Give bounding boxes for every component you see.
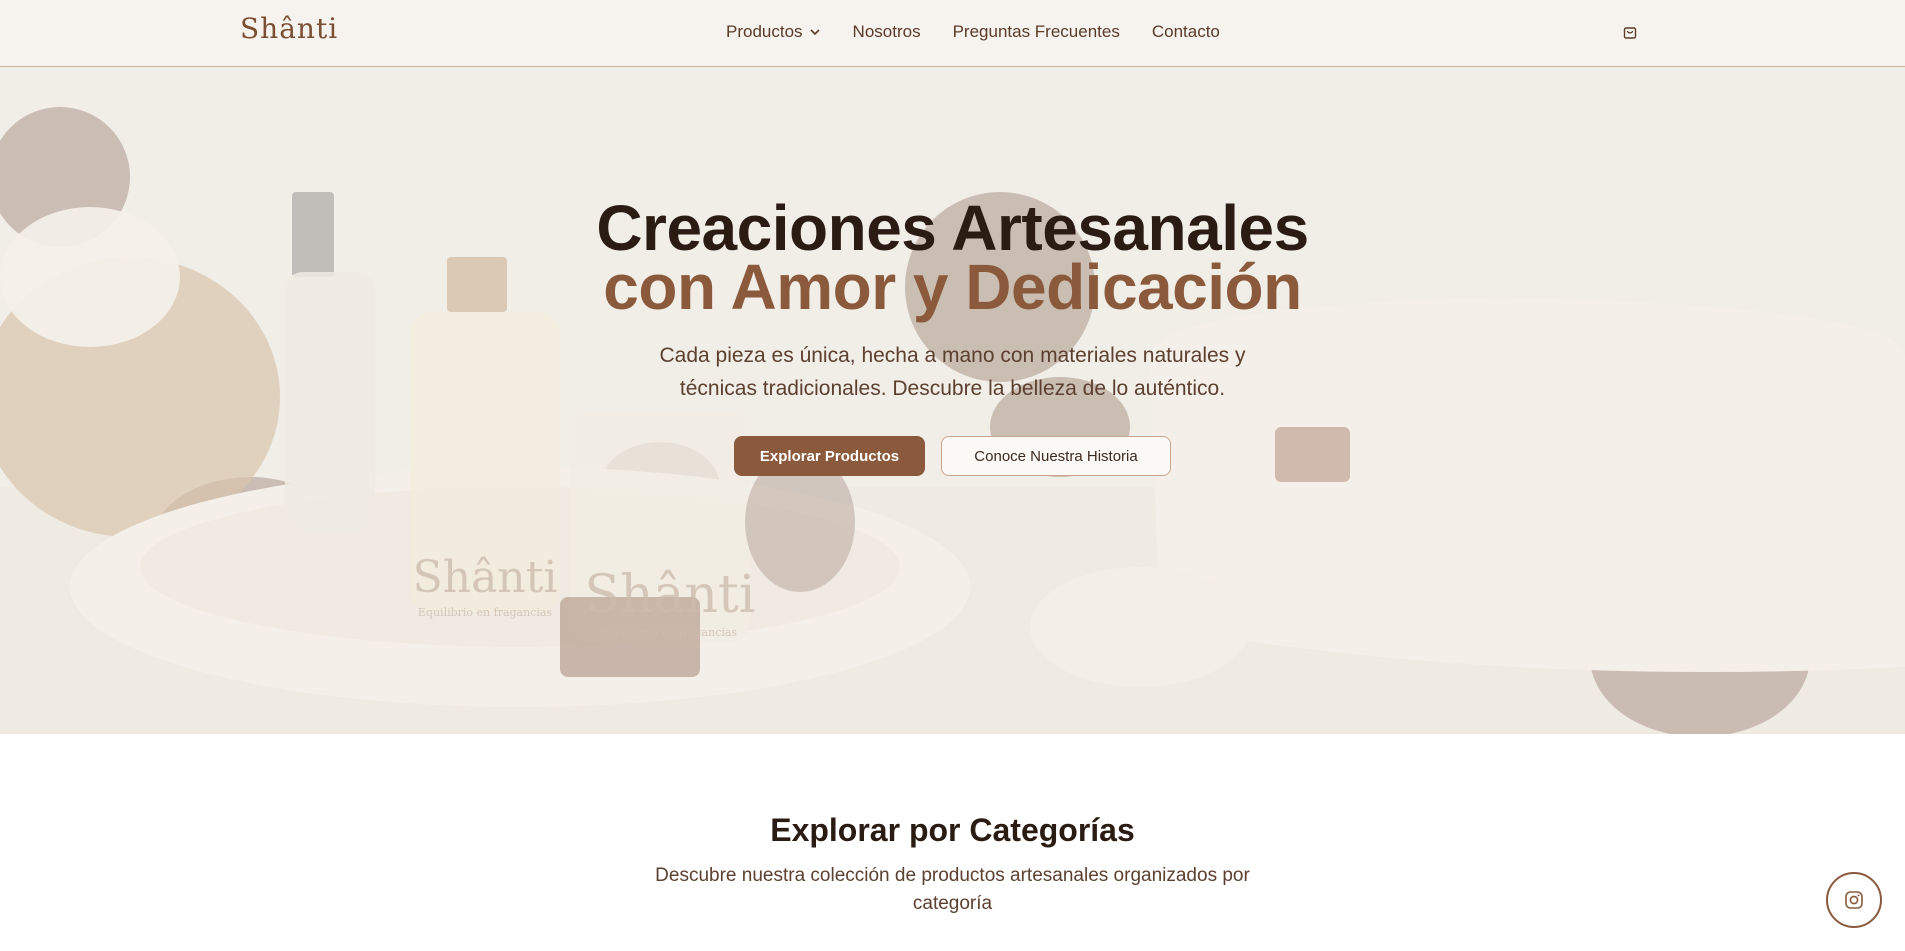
hero-content: Creaciones Artesanales con Amor y Dedica…	[0, 67, 1905, 734]
main-nav: Productos Nosotros Preguntas Frecuentes …	[726, 22, 1252, 42]
nav-item-faq[interactable]: Preguntas Frecuentes	[953, 22, 1120, 42]
nav-item-label: Contacto	[1151, 22, 1220, 41]
top-navbar: Shânti Productos Nosotros Preguntas Frec…	[0, 0, 1905, 67]
nav-item-label: Productos	[726, 22, 803, 41]
instagram-button[interactable]	[1826, 872, 1882, 928]
hero-subtitle: Cada pieza es única, hecha a mano con ma…	[659, 344, 1246, 400]
nav-item-contacto[interactable]: Contacto	[1152, 22, 1220, 42]
nav-item-nosotros[interactable]: Nosotros	[853, 22, 921, 42]
categories-subtitle: Descubre nuestra colección de productos …	[655, 865, 1250, 914]
hero-title-line2: con Amor y Dedicación	[603, 251, 1302, 323]
explore-products-button[interactable]: Explorar Productos	[734, 436, 925, 476]
hero-section: ShântiEquilibrio en fraganciasShântiEqui…	[0, 67, 1905, 734]
brand-logo[interactable]: Shânti	[240, 12, 338, 45]
nav-item-label: Nosotros	[852, 22, 921, 41]
shopping-bag-icon[interactable]	[1622, 24, 1638, 40]
categories-title: Explorar por Categorías	[770, 812, 1135, 848]
instagram-icon	[1845, 891, 1863, 909]
chevron-down-icon	[809, 29, 820, 36]
nav-item-label: Preguntas Frecuentes	[952, 22, 1120, 41]
nav-item-productos[interactable]: Productos	[726, 22, 821, 42]
our-story-button[interactable]: Conoce Nuestra Historia	[941, 436, 1171, 476]
